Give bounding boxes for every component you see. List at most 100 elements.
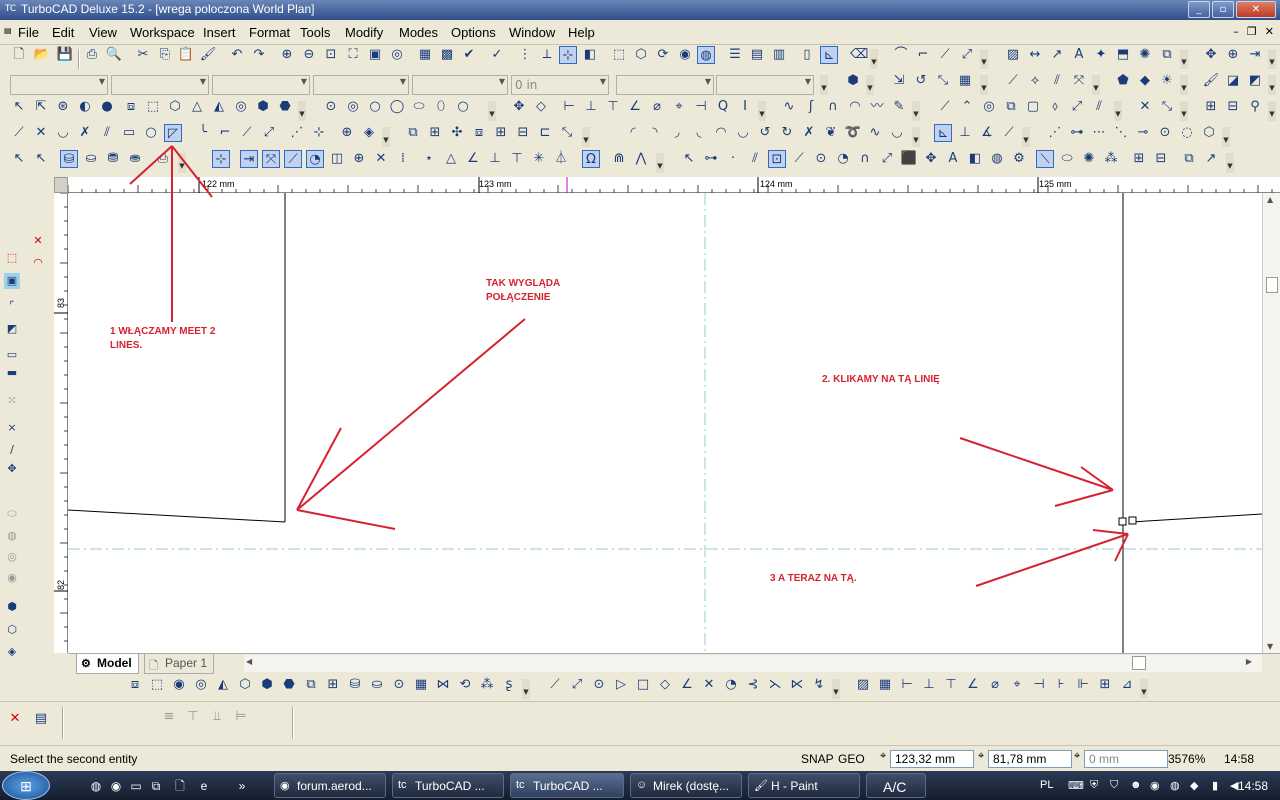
dim-vertical-icon[interactable]: ⊥ — [582, 98, 600, 116]
cone-icon[interactable]: △ — [188, 98, 206, 116]
line-select-icon[interactable]: ⟍ — [1036, 150, 1054, 168]
hatch-icon[interactable]: ▨ — [1004, 46, 1022, 64]
layer-combo[interactable]: ▼ — [10, 75, 108, 95]
snap-tangent-icon[interactable]: ⫽ — [1090, 98, 1108, 116]
toolbar-dropdown[interactable]: ▼ — [912, 127, 920, 147]
cylinder-icon[interactable]: ⬡ — [166, 98, 184, 116]
solid-pyramid-icon[interactable]: ⬣ — [280, 676, 298, 694]
copy-array-icon[interactable]: ⧉ — [404, 124, 422, 142]
snap-arc-icon[interactable]: ⋀ — [632, 150, 650, 168]
snap-grid-icon[interactable]: ⊾ — [934, 124, 952, 142]
bar-fill-icon[interactable]: ▬ — [4, 365, 20, 381]
solid-cylinder-icon[interactable]: ⛁ — [346, 676, 364, 694]
poly-fan-icon[interactable]: ⋉ — [788, 676, 806, 694]
menu-help[interactable]: Help — [568, 25, 595, 40]
coordinates-icon[interactable]: ⊾ — [820, 46, 838, 64]
viewport-grid-icon[interactable]: ⊞ — [1130, 150, 1148, 168]
paste-icon[interactable]: 📋 — [177, 46, 195, 64]
start-button[interactable]: ⊞ — [2, 771, 50, 800]
toolbar-dropdown[interactable]: ▼ — [1180, 75, 1188, 95]
dim-tool4-icon[interactable]: ∠ — [964, 676, 982, 694]
geo-toggle[interactable]: GEO — [838, 752, 865, 766]
layer-hide-icon[interactable]: ⛀ — [82, 150, 100, 168]
toolbar-dropdown[interactable]: ▼ — [1180, 101, 1188, 121]
fillet-icon[interactable]: ⌒ — [892, 46, 910, 64]
snap-settings-icon[interactable]: ⊹ — [212, 150, 230, 168]
copy-icon[interactable]: ⎘ — [156, 46, 174, 64]
arc-reverse-icon[interactable]: ↺ — [756, 124, 774, 142]
circle-center-icon[interactable]: ⊙ — [322, 98, 340, 116]
ellipse-fixed-icon[interactable]: ⬯ — [432, 98, 450, 116]
solid-prism-icon[interactable]: ⬡ — [236, 676, 254, 694]
poly-curve-icon[interactable]: ⤢ — [568, 676, 586, 694]
point-ring-icon[interactable]: ◌ — [1178, 124, 1196, 142]
viewport-light-icon[interactable]: ⚲ — [1246, 98, 1264, 116]
toolbar-dropdown[interactable]: ▼ — [980, 75, 988, 95]
arc-snap-icon[interactable]: ◔ — [834, 150, 852, 168]
battery-icon[interactable]: ▮ — [1212, 779, 1218, 792]
circle-snap-icon[interactable]: ⊙ — [812, 150, 830, 168]
pattern-combo[interactable]: ▼ — [313, 75, 409, 95]
render-settings-icon[interactable]: ▩ — [438, 46, 456, 64]
arc-tangent-icon[interactable]: ◞ — [668, 124, 686, 142]
chamfer-icon[interactable]: ⌐ — [914, 46, 932, 64]
horizontal-scrollbar[interactable]: ◀ ▶ — [244, 655, 1262, 672]
extend-icon[interactable]: ⤢ — [958, 46, 976, 64]
path-snap-icon[interactable]: ⤢ — [878, 150, 896, 168]
copy-mirror-icon[interactable]: ⊏ — [536, 124, 554, 142]
toolbar-dropdown[interactable]: ▼ — [656, 153, 664, 173]
desktop-icon[interactable]: ▭ — [128, 778, 144, 794]
corner-icon[interactable]: ⌜ — [4, 298, 20, 314]
select-edge-icon[interactable]: ⊛ — [54, 98, 72, 116]
poly-hook-icon[interactable]: ⊰ — [744, 676, 762, 694]
render-icon[interactable]: ▦ — [416, 46, 434, 64]
group-icon[interactable]: ⧉ — [1158, 46, 1176, 64]
toolbar-dropdown[interactable]: ▼ — [298, 101, 306, 121]
layer-lock-icon[interactable]: ⛃ — [104, 150, 122, 168]
join-icon[interactable]: ⟡ — [1026, 72, 1044, 90]
poly-split-icon[interactable]: ⋋ — [766, 676, 784, 694]
point-hex-icon[interactable]: ⬡ — [1200, 124, 1218, 142]
align-icon[interactable]: ⊕ — [338, 124, 356, 142]
zoom-realtime-icon[interactable]: ◎ — [388, 46, 406, 64]
point-dash-icon[interactable]: ⊶ — [1068, 124, 1086, 142]
trim-tool-icon[interactable]: ⟋ — [238, 124, 256, 142]
point-line-icon[interactable]: ⋰ — [1046, 124, 1064, 142]
divide2-icon[interactable]: ∕ — [4, 442, 20, 458]
texture-icon[interactable]: ◩ — [1246, 72, 1264, 90]
snap-vertex-toggle-icon[interactable]: ⇥ — [240, 150, 258, 168]
poly-line-icon[interactable]: ⟋ — [546, 676, 564, 694]
redo-icon[interactable]: ↷ — [250, 46, 268, 64]
menu-modes[interactable]: Modes — [399, 25, 438, 40]
task-ac[interactable]: A/C — [866, 773, 926, 798]
globe-snap-icon[interactable]: ◍ — [988, 150, 1006, 168]
gear-icon[interactable]: ⚙ — [1010, 150, 1028, 168]
light-icon[interactable]: ☀ — [1158, 72, 1176, 90]
text-icon[interactable]: A — [1070, 46, 1088, 64]
color-combo[interactable]: ▼ — [111, 75, 209, 95]
snap-tri-icon[interactable]: △ — [442, 150, 460, 168]
network-icon[interactable]: ⛨ — [1090, 779, 1098, 792]
dim-tool8-icon[interactable]: ⊦ — [1052, 676, 1070, 694]
parallel-line-icon[interactable]: ⫽ — [98, 124, 116, 142]
format-painter-icon[interactable]: 🖌 — [199, 46, 217, 64]
dim-horizontal-icon[interactable]: ⊢ — [560, 98, 578, 116]
toolbar-dropdown[interactable]: ▼ — [178, 153, 186, 173]
cut-icon[interactable]: ✂ — [134, 46, 152, 64]
curve-icon[interactable]: ∩ — [824, 98, 842, 116]
arc-wave-icon[interactable]: ∿ — [866, 124, 884, 142]
arc-concentric-icon[interactable]: ◡ — [734, 124, 752, 142]
printer-layer-icon[interactable]: ⎙ — [154, 150, 172, 168]
pointer-icon[interactable]: ↖ — [10, 150, 28, 168]
dim-tool5-icon[interactable]: ⌀ — [986, 676, 1004, 694]
select-arrow-icon[interactable]: ↖ — [10, 98, 28, 116]
toolbar-dropdown[interactable]: ▼ — [1226, 153, 1234, 173]
snap-apex-icon[interactable]: ⋒ — [610, 150, 628, 168]
move-snap-icon[interactable]: ✥ — [922, 150, 940, 168]
diamond-icon[interactable]: ◇ — [532, 98, 550, 116]
snap-extend-toggle-icon[interactable]: ⏃ — [552, 150, 570, 168]
dim-tool7-icon[interactable]: ⊣ — [1030, 676, 1048, 694]
toolbar-dropdown[interactable]: ▼ — [1180, 49, 1188, 69]
spellcheck-icon[interactable]: ✓ — [488, 46, 506, 64]
trim-icon[interactable]: ⟋ — [936, 46, 954, 64]
